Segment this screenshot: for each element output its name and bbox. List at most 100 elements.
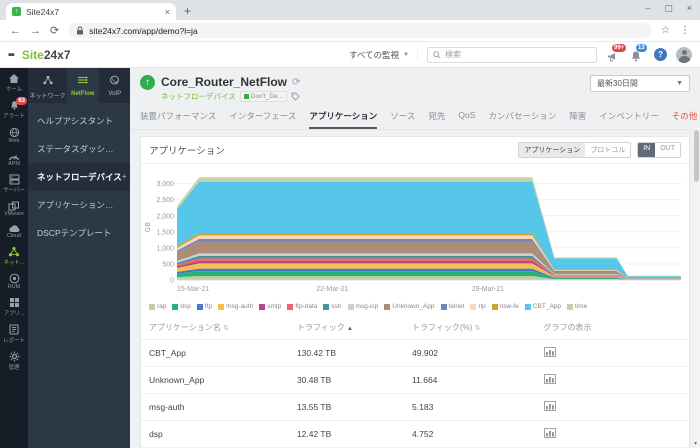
tab-inventory[interactable]: インベントリー [599,110,659,129]
tab-device-performance[interactable]: 装置パフォーマンス [140,110,216,129]
browser-menu-icon[interactable]: ⋮ [680,25,690,36]
scrollbar-thumb[interactable] [694,130,699,182]
toggle-protocol[interactable]: プロトコル [585,143,630,157]
bookmark-star-icon[interactable]: ☆ [661,25,670,36]
tab-interfaces[interactable]: インターフェース [229,110,296,129]
rail-item-home[interactable]: ホーム [0,70,28,97]
legend-item[interactable]: ssh [323,303,341,310]
view-graph-icon[interactable] [544,347,556,357]
sort-icon[interactable]: ⇅ [223,325,229,332]
rail-item-web[interactable]: Web [0,124,28,148]
tab-more[interactable]: その他 ▼ [672,110,700,129]
legend-item[interactable]: nsw-fe [492,303,519,310]
rail-item-reports[interactable]: レポート [0,321,28,348]
sidebar-item-help-assistant[interactable]: ヘルプアシスタント [28,107,130,135]
rail-item-server[interactable]: サーバー [0,171,28,198]
sort-icon[interactable]: ⇅ [475,325,481,332]
app-header: ▪▪ Site24x7 すべての監視 ▼ 検索 99+ 13 ? [0,42,700,68]
refresh-icon[interactable]: ⟳ [292,77,300,88]
legend-item[interactable]: msg-icp [348,303,379,310]
rail-item-apps[interactable]: アプリ... [0,294,28,321]
col-application-name[interactable]: アプリケーション名 ⇅ [141,315,289,340]
monitor-tag-chip[interactable]: Don't_De... [240,91,287,102]
window-minimize-button[interactable]: – [645,3,650,14]
sidebar-item-dscp-template[interactable]: DSCPテンプレート [28,219,130,247]
legend-item[interactable]: Unknown_App [384,303,434,310]
all-monitors-dropdown[interactable]: すべての監視 ▼ [349,49,418,61]
tab-close-icon[interactable]: × [165,7,170,17]
app-name-cell[interactable]: dsp [141,421,289,448]
legend-item[interactable]: time [567,303,587,310]
window-maximize-button[interactable]: ▢ [664,3,673,14]
monitor-title: Core_Router_NetFlow [161,75,287,89]
browser-tab[interactable]: ↑ Site24x7 × [6,3,176,20]
tab-qos[interactable]: QoS [458,110,475,129]
legend-item[interactable]: rap [149,303,166,310]
back-button[interactable]: ← [10,25,21,37]
view-graph-icon[interactable] [544,428,556,438]
rail-item-rum[interactable]: RUM [0,270,28,294]
reload-button[interactable]: ⟳ [50,24,59,37]
user-avatar[interactable] [676,47,692,63]
toggle-in[interactable]: IN [638,143,655,157]
rail-item-network[interactable]: ネット... [0,243,28,270]
traffic-area-chart[interactable]: 05001,0001,5002,0002,5003,00015-Mar-2122… [143,168,689,296]
forward-button[interactable]: → [30,25,41,37]
legend-item[interactable]: telnet [441,303,465,310]
toggle-out[interactable]: OUT [655,143,680,157]
tab-destination[interactable]: 宛先 [428,110,445,129]
legend-item[interactable]: rlp [470,303,485,310]
app-name-cell[interactable]: CBT_App [141,340,289,367]
main-scrollbar[interactable]: ▾ [693,128,700,448]
rail-item-alerts[interactable]: 63 アラート [0,97,28,124]
rum-icon [9,273,20,284]
sort-asc-icon[interactable]: ▲ [347,326,353,332]
site24x7-logo[interactable]: Site24x7 [22,48,71,62]
monitor-type-link[interactable]: ネットフローデバイス [161,91,236,102]
rail-item-apm[interactable]: APM [0,148,28,171]
scrollbar-down-arrow[interactable]: ▾ [694,440,697,447]
app-name-cell[interactable]: msg-auth [141,394,289,421]
legend-item[interactable]: dsp [172,303,190,310]
help-button[interactable]: ? [654,48,667,61]
view-toggle-group: アプリケーション プロトコル [518,142,631,158]
tab-conversation[interactable]: カンバセーション [488,110,556,129]
col-traffic-pct[interactable]: トラフィック(%) ⇅ [404,315,536,340]
legend-item[interactable]: smtp [259,303,281,310]
app-launcher-icon[interactable]: ▪▪ [8,49,14,61]
window-close-button[interactable]: × [687,3,692,14]
sidebar-item-application-template[interactable]: アプリケーションテンプレ... [28,191,130,219]
rail-item-admin[interactable]: 管理 [0,348,28,375]
sidebar-item-status-dashboard[interactable]: ステータスダッシュボード [28,135,130,163]
sidebar-tabs: ネットワーク NetFlow VoIP [28,68,130,103]
notification-count-badge: 13 [636,44,647,52]
legend-item[interactable]: CBT_App [525,303,561,310]
tab-faults[interactable]: 障害 [569,110,586,129]
view-graph-icon[interactable] [544,374,556,384]
announcements-button[interactable]: 99+ [606,48,621,62]
sidebar-item-netflow-devices[interactable]: ネットフローデバイス + [28,163,130,191]
rail-item-vmware[interactable]: VMware [0,198,28,221]
rail-item-cloud[interactable]: Cloud [0,221,28,243]
sidebar-tab-netflow[interactable]: NetFlow [67,68,99,103]
toggle-application[interactable]: アプリケーション [519,143,585,157]
legend-item[interactable]: msg-auth [218,303,253,310]
period-select[interactable]: 最新30日間 ▼ [590,75,690,92]
legend-item[interactable]: ftp [197,303,212,310]
col-traffic[interactable]: トラフィック ▲ [289,315,404,340]
legend-item[interactable]: ftp-data [287,303,317,310]
legend-swatch [149,304,155,310]
view-graph-icon[interactable] [544,401,556,411]
netflow-tab-icon [77,75,89,85]
add-device-icon[interactable]: + [122,171,127,183]
tag-icon[interactable] [291,92,300,101]
sidebar-tab-voip[interactable]: VoIP [99,68,131,103]
app-name-cell[interactable]: Unknown_App [141,367,289,394]
tab-applications[interactable]: アプリケーション [309,110,377,129]
tab-source[interactable]: ソース [390,110,415,129]
notifications-button[interactable]: 13 [630,48,645,62]
url-field[interactable]: site24x7.com/app/demo?l=ja [68,23,652,38]
sidebar-tab-network[interactable]: ネットワーク [28,68,67,103]
new-tab-button[interactable]: + [184,4,191,20]
search-input[interactable]: 検索 [427,47,597,63]
